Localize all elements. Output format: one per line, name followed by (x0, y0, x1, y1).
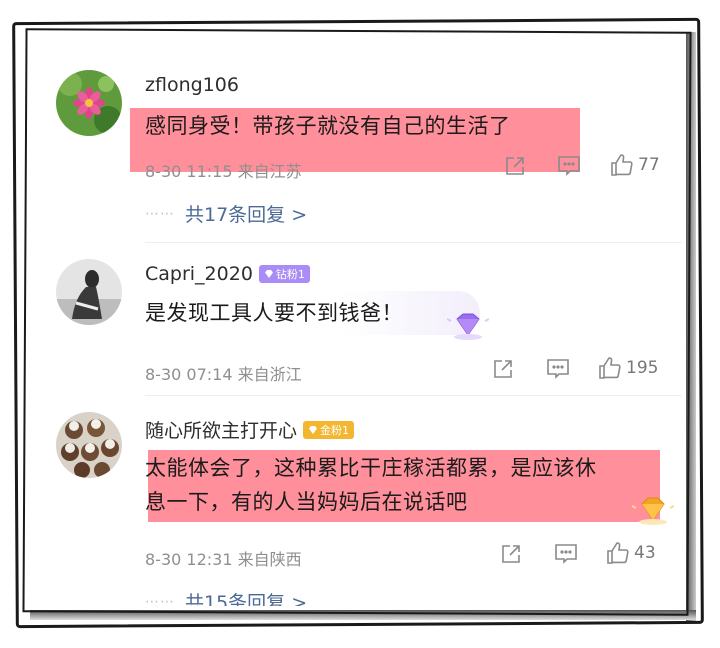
thumbs-up-icon (611, 154, 633, 176)
comment-button[interactable] (554, 543, 578, 565)
share-button[interactable] (504, 155, 526, 177)
share-icon (494, 360, 512, 378)
comment-meta: 8-30 11:15 来自江苏 (145, 162, 302, 181)
diamond-emblem-icon (446, 313, 490, 340)
comment-icon (555, 544, 577, 564)
comment-icon (558, 156, 580, 176)
username-text[interactable]: Capri_2020 (145, 263, 253, 285)
gold-fan-emblem (631, 494, 675, 530)
view-replies-link[interactable]: ⋯⋯ 共17条回复 > (145, 200, 307, 227)
share-icon (506, 157, 524, 175)
username-text[interactable]: zflong106 (145, 74, 239, 96)
share-button[interactable] (500, 543, 522, 565)
comment-text: 感同身受！带孩子就没有自己的生活了 (145, 114, 511, 138)
gold-emblem-icon (631, 497, 675, 525)
comment-button[interactable] (546, 358, 570, 380)
divider (145, 395, 682, 396)
view-replies-text[interactable]: 共15条回复 > (185, 588, 307, 606)
thumbs-up-icon (607, 542, 629, 564)
avatar[interactable] (56, 412, 122, 478)
diamond-icon (264, 270, 273, 278)
share-icon (502, 545, 520, 563)
comment-text-line-2: 息一下，有的人当妈妈后在说话吧 (145, 490, 468, 514)
reply-dots: ⋯⋯ (145, 593, 175, 607)
avatar[interactable] (56, 70, 122, 136)
like-count: 195 (626, 358, 659, 378)
username[interactable]: zflong106 (145, 74, 239, 96)
view-replies-text[interactable]: 共17条回复 > (185, 200, 307, 227)
comment-icon (547, 359, 569, 379)
diamond-fan-emblem (446, 311, 490, 345)
comment-meta: 8-30 07:14 来自浙江 (145, 365, 302, 384)
view-replies-link[interactable]: ⋯⋯ 共15条回复 > (145, 588, 307, 606)
comment-text-line-1: 太能体会了，这种累比干庄稼活都累，是应该休 (145, 456, 597, 480)
username-text[interactable]: 随心所欲主打开心 (145, 416, 297, 443)
reply-dots: ⋯⋯ (145, 205, 175, 222)
diamond-fan-badge: 钻粉1 (258, 265, 310, 283)
share-button[interactable] (492, 358, 514, 380)
username[interactable]: 随心所欲主打开心 金粉1 (145, 416, 355, 443)
gem-icon (309, 425, 318, 434)
avatar[interactable] (56, 259, 122, 325)
thumbs-up-icon (599, 357, 621, 379)
comment-list: zflong106 感同身受！带孩子就没有自己的生活了 8-30 11:15 来… (30, 40, 682, 606)
comment-text: 是发现工具人要不到钱爸！ (145, 301, 403, 325)
username[interactable]: Capri_2020 钻粉1 (145, 263, 310, 285)
like-count: 77 (638, 155, 660, 175)
comment-button[interactable] (557, 155, 581, 177)
badge-label: 金粉1 (320, 423, 350, 437)
like-button[interactable]: 77 (610, 153, 660, 177)
gold-fan-badge: 金粉1 (303, 420, 355, 439)
like-button[interactable]: 43 (606, 541, 656, 565)
comment-meta: 8-30 12:31 来自陕西 (145, 550, 302, 569)
divider (145, 242, 682, 243)
badge-label: 钻粉1 (275, 268, 305, 281)
like-button[interactable]: 195 (598, 356, 658, 380)
like-count: 43 (634, 543, 656, 563)
